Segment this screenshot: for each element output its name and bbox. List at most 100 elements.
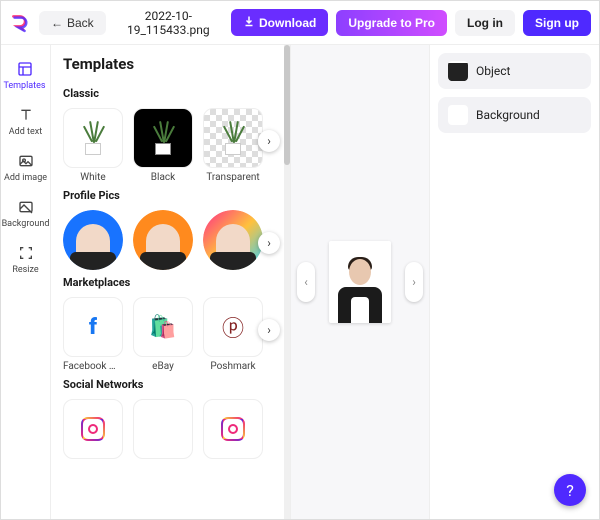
template-card: 🛍️ eBay — [133, 297, 193, 372]
rail-label: Add text — [9, 127, 42, 137]
layer-label: Object — [476, 64, 510, 78]
template-label: Black — [151, 172, 175, 183]
header: ← Back 2022-10-19_115433.png Download Up… — [1, 1, 599, 45]
help-button[interactable]: ? — [554, 474, 586, 506]
row-social — [63, 399, 278, 459]
rail-item-background[interactable]: Background — [1, 191, 50, 237]
signup-button[interactable]: Sign up — [523, 10, 591, 36]
template-card: Black — [133, 108, 193, 183]
template-label: Transparent — [206, 172, 259, 183]
canvas-next-button[interactable]: › — [405, 262, 423, 302]
download-icon — [243, 15, 255, 30]
chevron-right-icon: › — [267, 134, 271, 148]
template-thumb-instagram2[interactable] — [203, 399, 263, 459]
chevron-right-icon: › — [267, 323, 271, 337]
image-icon — [18, 153, 34, 169]
templates-title: Templates — [63, 55, 278, 73]
template-thumb-facebook-marketplace[interactable]: f — [63, 297, 123, 357]
canvas-image[interactable] — [329, 241, 391, 323]
poshmark-icon: ⓟ — [222, 311, 244, 343]
object-swatch — [448, 61, 468, 81]
rail-label: Background — [2, 219, 50, 229]
app-body: Templates Add text Add image Background … — [1, 45, 599, 519]
template-card — [133, 210, 193, 270]
rail-item-templates[interactable]: Templates — [1, 53, 50, 99]
layer-background[interactable]: Background — [438, 97, 591, 133]
nav-rail: Templates Add text Add image Background … — [1, 45, 51, 519]
rail-label: Templates — [3, 81, 45, 91]
template-thumb-profile2[interactable] — [133, 210, 193, 270]
row-profile: › — [63, 210, 278, 270]
template-thumb-poshmark[interactable]: ⓟ — [203, 297, 263, 357]
template-thumb-profile1[interactable] — [63, 210, 123, 270]
section-social-title: Social Networks — [63, 378, 278, 391]
facebook-icon: f — [89, 315, 97, 340]
instagram-icon — [81, 417, 105, 441]
sidebar-scrollbar[interactable] — [284, 45, 290, 519]
row-marketplaces: f Facebook Ma… 🛍️ eBay ⓟ Poshmark › — [63, 297, 278, 372]
back-label: Back — [67, 16, 94, 30]
signup-label: Sign up — [535, 16, 579, 30]
template-card: White — [63, 108, 123, 183]
app-logo — [9, 12, 31, 34]
help-icon: ? — [566, 481, 574, 500]
rail-item-resize[interactable]: Resize — [1, 237, 50, 283]
download-button[interactable]: Download — [231, 9, 328, 36]
template-card — [203, 210, 263, 270]
subject-person — [337, 255, 383, 323]
template-card — [63, 210, 123, 270]
chevron-right-icon: › — [267, 236, 271, 250]
template-thumb-black[interactable] — [133, 108, 193, 168]
upgrade-label: Upgrade to Pro — [348, 16, 435, 30]
text-icon — [18, 107, 34, 123]
layer-label: Background — [476, 108, 540, 122]
row-next-button[interactable]: › — [258, 130, 280, 152]
rail-label: Add image — [4, 173, 47, 183]
row-next-button[interactable]: › — [258, 319, 280, 341]
templates-panel: Templates Classic White Black Transparen… — [51, 45, 291, 519]
section-marketplaces-title: Marketplaces — [63, 276, 278, 289]
ebay-icon: 🛍️ — [149, 315, 176, 340]
section-profile-title: Profile Pics — [63, 189, 278, 202]
row-classic: White Black Transparent › — [63, 108, 278, 183]
template-thumb-social2[interactable] — [133, 399, 193, 459]
template-card — [203, 399, 263, 459]
template-thumb-instagram1[interactable] — [63, 399, 123, 459]
section-classic-title: Classic — [63, 87, 278, 100]
instagram-icon — [221, 417, 245, 441]
canvas-prev-button[interactable]: ‹ — [297, 262, 315, 302]
template-thumb-profile3[interactable] — [203, 210, 263, 270]
template-label: Poshmark — [210, 361, 255, 372]
upgrade-button[interactable]: Upgrade to Pro — [336, 10, 447, 36]
chevron-left-icon: ‹ — [304, 275, 308, 289]
template-card — [133, 399, 193, 459]
layers-panel: Object Background — [429, 45, 599, 519]
filename-display: 2022-10-19_115433.png — [114, 9, 223, 37]
login-button[interactable]: Log in — [455, 10, 515, 36]
template-card: Transparent — [203, 108, 263, 183]
background-swatch — [448, 105, 468, 125]
template-thumb-transparent[interactable] — [203, 108, 263, 168]
login-label: Log in — [467, 16, 503, 30]
template-card: f Facebook Ma… — [63, 297, 123, 372]
rail-item-add-image[interactable]: Add image — [1, 145, 50, 191]
templates-icon — [17, 61, 33, 77]
background-icon — [18, 199, 34, 215]
template-label: eBay — [152, 361, 174, 372]
rail-item-add-text[interactable]: Add text — [1, 99, 50, 145]
layer-object[interactable]: Object — [438, 53, 591, 89]
template-label: Facebook Ma… — [63, 361, 123, 372]
resize-icon — [18, 245, 34, 261]
arrow-left-icon: ← — [51, 16, 63, 30]
template-label: White — [80, 172, 105, 183]
chevron-right-icon: › — [412, 275, 416, 289]
row-next-button[interactable]: › — [258, 232, 280, 254]
download-label: Download — [259, 16, 316, 30]
template-thumb-white[interactable] — [63, 108, 123, 168]
template-thumb-ebay[interactable]: 🛍️ — [133, 297, 193, 357]
template-card — [63, 399, 123, 459]
template-card: ⓟ Poshmark — [203, 297, 263, 372]
editor-canvas[interactable]: ‹ › — [291, 45, 429, 519]
back-button[interactable]: ← Back — [39, 11, 106, 35]
rail-label: Resize — [12, 265, 38, 275]
